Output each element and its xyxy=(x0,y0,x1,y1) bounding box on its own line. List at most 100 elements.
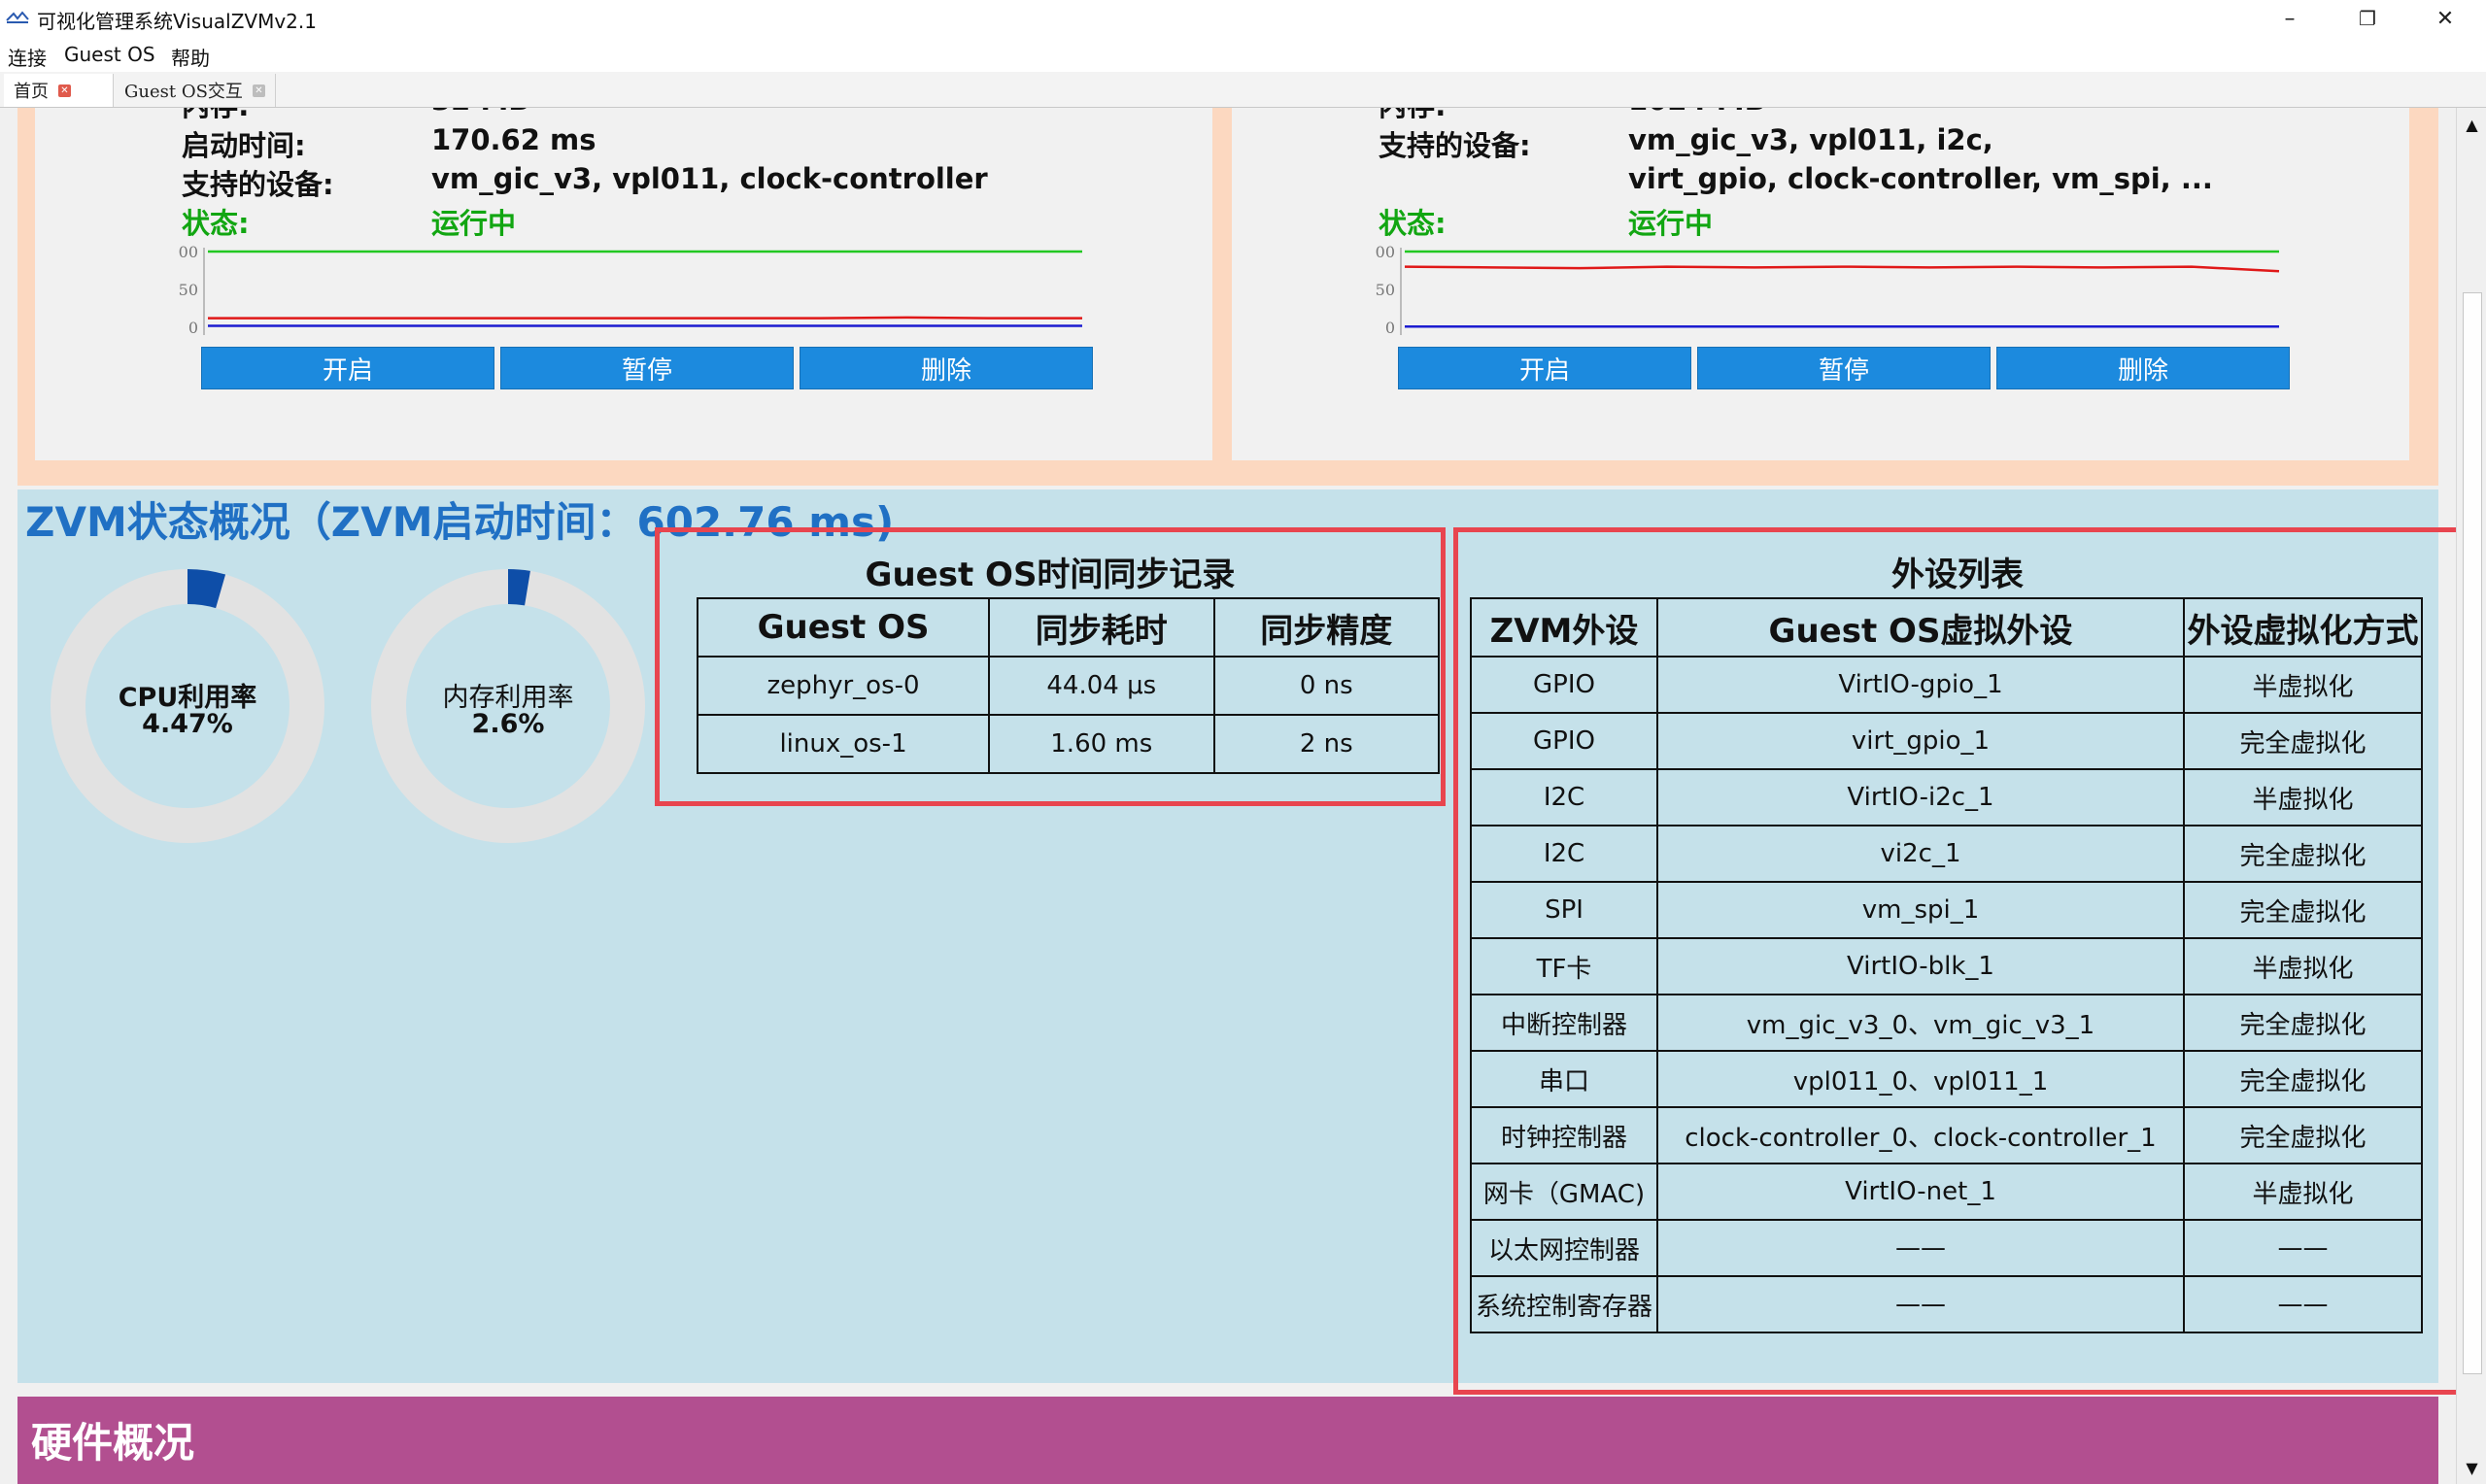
table-cell: 以太网控制器 xyxy=(1470,1219,1658,1277)
table-cell: vm_gic_v3_0、vm_gic_v3_1 xyxy=(1656,994,2185,1052)
status-label: 状态: xyxy=(182,207,250,240)
table-cell: 44.04 μs xyxy=(988,656,1215,716)
menu-connect[interactable]: 连接 xyxy=(8,43,47,71)
table-cell: clock-controller_0、clock-controller_1 xyxy=(1656,1106,2185,1164)
memory-value: 1024 MB xyxy=(1628,108,1766,117)
table-cell: zephyr_os-0 xyxy=(696,656,991,716)
table-cell: I2C xyxy=(1470,768,1658,826)
table-cell: —— xyxy=(1656,1275,2185,1333)
time-sync-title: Guest OS时间同步记录 xyxy=(865,556,1236,594)
status-label: 状态: xyxy=(1379,207,1447,240)
table-cell: 完全虚拟化 xyxy=(2183,712,2423,770)
zvm-overview-section: ZVM状态概况（ZVM启动时间：602.76 ms) CPU利用率 4.47% … xyxy=(17,489,2456,1395)
app-logo-icon xyxy=(6,11,29,23)
table-cell: I2C xyxy=(1470,825,1658,883)
column-header: 同步精度 xyxy=(1212,597,1441,658)
column-header: Guest OS虚拟外设 xyxy=(1656,597,2185,658)
gauge-fill xyxy=(187,569,226,609)
start-button[interactable]: 开启 xyxy=(201,347,494,389)
delete-button[interactable]: 删除 xyxy=(800,347,1093,389)
table-cell: VirtIO-gpio_1 xyxy=(1656,656,2185,714)
tab-bar: 首页 ✕ Guest OS交互 ✕ xyxy=(0,72,2486,108)
device-row: SPI vm_spi_1 完全虚拟化 xyxy=(1470,881,2423,939)
y-tick-label: 0 xyxy=(188,319,198,336)
menu-help[interactable]: 帮助 xyxy=(171,43,210,71)
table-cell: 系统控制寄存器 xyxy=(1470,1275,1658,1333)
start-button[interactable]: 开启 xyxy=(1398,347,1691,389)
device-list-panel: 外设列表 ZVM外设 Guest OS虚拟外设 外设虚拟化方式 GPIO Virt… xyxy=(1453,527,2456,1395)
boot-time-value: 170.62 ms xyxy=(431,123,596,156)
table-cell: 完全虚拟化 xyxy=(2183,1050,2423,1108)
table-cell: 1.60 ms xyxy=(988,714,1215,774)
table-cell: 网卡（GMAC) xyxy=(1470,1163,1658,1221)
tab-guest-os-interact[interactable]: Guest OS交互 ✕ xyxy=(115,74,276,107)
table-cell: —— xyxy=(2183,1275,2423,1333)
table-cell: vm_spi_1 xyxy=(1656,881,2185,939)
vm-card: 内存: 1024 MB 支持的设备: vm_gic_v3, vpl011, i2… xyxy=(1232,108,2409,460)
table-cell: 2 ns xyxy=(1212,714,1441,774)
devices-value-line-2: virt_gpio, clock-controller, vm_spi, ... xyxy=(1628,162,2213,195)
device-row: 串口 vpl011_0、vpl011_1 完全虚拟化 xyxy=(1470,1050,2423,1108)
device-row: 以太网控制器 —— —— xyxy=(1470,1219,2423,1277)
tab-home-label: 首页 xyxy=(14,82,49,102)
y-tick-label: 50 xyxy=(179,281,198,299)
y-tick-label: 100 xyxy=(1376,244,1395,261)
memory-usage-value: 2.6% xyxy=(471,709,545,739)
table-cell: 0 ns xyxy=(1212,656,1441,716)
restore-button[interactable]: ❐ xyxy=(2329,0,2406,37)
tab-home[interactable]: 首页 ✕ xyxy=(4,74,114,107)
cpu-usage-gauge: CPU利用率 4.47% xyxy=(51,569,324,843)
device-row: 系统控制寄存器 —— —— xyxy=(1470,1275,2423,1333)
device-row: 中断控制器 vm_gic_v3_0、vm_gic_v3_1 完全虚拟化 xyxy=(1470,994,2423,1052)
time-sync-row: zephyr_os-0 44.04 μs 0 ns xyxy=(696,656,1441,716)
table-cell: 完全虚拟化 xyxy=(2183,994,2423,1052)
pause-button[interactable]: 暂停 xyxy=(1697,347,1991,389)
table-cell: 时钟控制器 xyxy=(1470,1106,1658,1164)
close-icon[interactable]: ✕ xyxy=(252,84,265,97)
device-row: GPIO virt_gpio_1 完全虚拟化 xyxy=(1470,712,2423,770)
scroll-up-arrow-icon[interactable]: ▲ xyxy=(2457,110,2486,139)
devices-value: vm_gic_v3, vpl011, clock-controller xyxy=(431,162,988,195)
table-cell: vi2c_1 xyxy=(1656,825,2185,883)
status-value: 运行中 xyxy=(431,207,517,240)
device-row: 网卡（GMAC) VirtIO-net_1 半虚拟化 xyxy=(1470,1163,2423,1221)
pause-button[interactable]: 暂停 xyxy=(500,347,794,389)
menu-bar: 连接 Guest OS 帮助 xyxy=(0,37,2486,72)
title-bar: 可视化管理系统VisualZVMv2.1 – ❐ ✕ xyxy=(0,0,2486,37)
hardware-overview-section: 硬件概况 xyxy=(17,1397,2438,1484)
scroll-down-arrow-icon[interactable]: ▼ xyxy=(2457,1453,2486,1482)
column-header: 同步耗时 xyxy=(988,597,1215,658)
memory-usage-gauge: 内存利用率 2.6% xyxy=(371,569,645,843)
memory-label: 内存: xyxy=(182,108,250,124)
column-header: Guest OS xyxy=(696,597,991,658)
device-row: I2C VirtIO-i2c_1 半虚拟化 xyxy=(1470,768,2423,826)
scroll-thumb[interactable] xyxy=(2463,292,2482,1374)
series-line xyxy=(208,316,1082,320)
y-tick-label: 100 xyxy=(179,244,198,261)
table-cell: VirtIO-blk_1 xyxy=(1656,937,2185,995)
close-window-button[interactable]: ✕ xyxy=(2406,0,2484,37)
hardware-overview-title: 硬件概况 xyxy=(31,1419,195,1467)
minimize-button[interactable]: – xyxy=(2251,0,2329,37)
vertical-scrollbar[interactable]: ▲ ▼ xyxy=(2456,108,2486,1484)
series-line xyxy=(1404,265,2280,273)
table-cell: GPIO xyxy=(1470,656,1658,714)
table-cell: SPI xyxy=(1470,881,1658,939)
table-cell: 半虚拟化 xyxy=(2183,768,2423,826)
device-list-table: ZVM外设 Guest OS虚拟外设 外设虚拟化方式 GPIO VirtIO-gp… xyxy=(1470,597,2423,1333)
devices-label: 支持的设备: xyxy=(1379,129,1531,162)
delete-button[interactable]: 删除 xyxy=(1996,347,2290,389)
time-sync-panel: Guest OS时间同步记录 Guest OS 同步耗时 同步精度 zephyr… xyxy=(655,527,1446,806)
table-cell: 半虚拟化 xyxy=(2183,1163,2423,1221)
boot-time-label: 启动时间: xyxy=(182,129,306,162)
close-icon[interactable]: ✕ xyxy=(58,84,71,97)
window-title: 可视化管理系统VisualZVMv2.1 xyxy=(37,10,317,33)
device-row: GPIO VirtIO-gpio_1 半虚拟化 xyxy=(1470,656,2423,714)
table-cell: 中断控制器 xyxy=(1470,994,1658,1052)
table-cell: —— xyxy=(2183,1219,2423,1277)
memory-value: 32 MB xyxy=(431,108,529,117)
device-list-title: 外设列表 xyxy=(1891,556,2024,594)
cpu-usage-value: 4.47% xyxy=(142,709,233,739)
table-cell: vpl011_0、vpl011_1 xyxy=(1656,1050,2185,1108)
menu-guest-os[interactable]: Guest OS xyxy=(64,43,155,66)
